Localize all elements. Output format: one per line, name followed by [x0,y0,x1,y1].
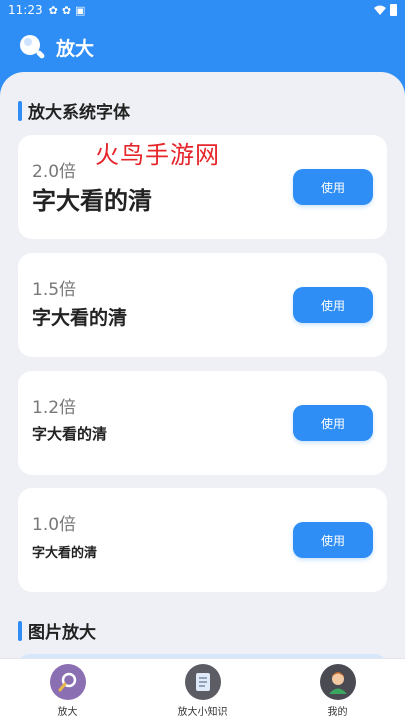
watermark-text: 火鸟手游网 [95,141,220,169]
magnifier-icon [49,664,86,700]
use-button[interactable]: 使用 [293,287,373,323]
status-bar: 11:23 ✿ ✿ ▣ [0,0,405,20]
section-header-font: 放大系统字体 [18,98,130,123]
zoom-option-card-1x[interactable]: 1.0倍 字大看的清 使用 [18,488,387,592]
nav-label: 放大小知识 [177,707,228,718]
app-header: 放大 [0,28,405,66]
sync-icon: ✿ [61,3,72,17]
zoom-factor: 1.2倍 [32,398,77,418]
sample-text: 字大看的清 [32,187,152,215]
nav-item-knowledge[interactable]: 放大小知识 [135,659,270,720]
sample-text: 字大看的清 [32,425,108,443]
section-header-image: 图片放大 [18,618,96,643]
nav-item-zoom[interactable]: 放大 [0,659,135,720]
nav-label: 放大 [57,707,78,718]
user-avatar-icon [319,664,356,700]
text-icon: ▣ [75,3,86,17]
sync-icon: ✿ [48,3,58,17]
use-button[interactable]: 使用 [293,522,373,558]
bottom-navigation: 放大 放大小知识 我的 [0,658,405,720]
section-accent-bar [18,620,22,641]
page-title: 放大 [56,37,95,60]
nav-item-mine[interactable]: 我的 [270,659,405,720]
zoom-factor: 2.0倍 [32,162,77,182]
section-title: 放大系统字体 [28,103,130,123]
sample-text: 字大看的清 [32,307,128,329]
notebook-icon [184,664,221,700]
wifi-icon [374,5,386,15]
section-title: 图片放大 [28,623,96,643]
battery-icon [390,4,397,16]
section-accent-bar [18,100,22,121]
use-button[interactable]: 使用 [293,169,373,205]
zoom-factor: 1.5倍 [32,280,77,300]
status-time: 11:23 [8,3,43,17]
zoom-option-card-1-5x[interactable]: 1.5倍 字大看的清 使用 [18,253,387,357]
nav-label: 我的 [327,707,348,718]
use-button[interactable]: 使用 [293,405,373,441]
sample-text: 字大看的清 [32,546,98,561]
zoom-option-card-1-2x[interactable]: 1.2倍 字大看的清 使用 [18,371,387,475]
zoom-factor: 1.0倍 [32,515,77,535]
magnifier-logo-icon [20,35,45,59]
